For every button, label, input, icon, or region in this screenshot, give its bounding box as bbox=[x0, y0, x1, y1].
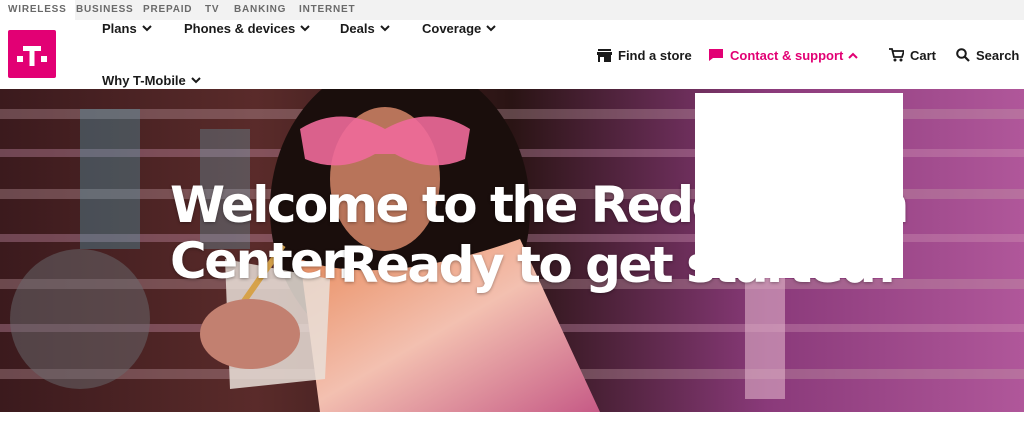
nav-deals[interactable]: Deals bbox=[340, 20, 390, 38]
hero-banner: Welcome to the Redemption Center. Ready … bbox=[0, 89, 1024, 412]
nav-plans[interactable]: Plans bbox=[102, 20, 152, 38]
cart-link[interactable]: Cart bbox=[889, 47, 936, 65]
main-header: Plans Phones & devices Deals Coverage Wh… bbox=[0, 20, 1024, 89]
search-button[interactable]: Search bbox=[956, 47, 1019, 65]
nav-phones-devices[interactable]: Phones & devices bbox=[184, 20, 310, 38]
nav-why-label: Why T-Mobile bbox=[102, 73, 186, 88]
contact-support-label: Contact & support bbox=[730, 48, 844, 63]
chevron-up-icon bbox=[848, 52, 859, 59]
segment-tab-banking[interactable]: BANKING bbox=[234, 0, 286, 20]
nav-plans-label: Plans bbox=[102, 21, 137, 36]
segment-tab-tv[interactable]: TV bbox=[205, 0, 219, 20]
chevron-down-icon bbox=[486, 25, 496, 32]
chat-icon bbox=[709, 49, 723, 62]
segment-tab-prepaid[interactable]: PREPAID bbox=[143, 0, 192, 20]
segment-tab-business[interactable]: BUSINESS bbox=[76, 0, 134, 20]
chevron-down-icon bbox=[379, 25, 390, 32]
search-label: Search bbox=[976, 48, 1020, 63]
nav-coverage-label: Coverage bbox=[422, 21, 482, 36]
store-icon bbox=[597, 49, 612, 63]
chevron-down-icon bbox=[300, 25, 310, 32]
t-logo-icon bbox=[17, 46, 47, 66]
segment-bar: WIRELESS BUSINESS PREPAID TV BANKING INT… bbox=[0, 0, 1024, 20]
nav-coverage[interactable]: Coverage bbox=[422, 20, 496, 38]
overlay-popup-blank bbox=[695, 93, 903, 278]
contact-support-link[interactable]: Contact & support bbox=[708, 47, 859, 65]
find-store-label: Find a store bbox=[618, 48, 692, 63]
cart-label: Cart bbox=[910, 48, 937, 63]
nav-phones-label: Phones & devices bbox=[184, 21, 296, 36]
page-below-hero bbox=[0, 412, 1024, 434]
cart-icon bbox=[889, 48, 904, 62]
t-mobile-logo[interactable] bbox=[8, 30, 56, 78]
chevron-down-icon bbox=[191, 77, 201, 84]
segment-tab-internet[interactable]: INTERNET bbox=[299, 0, 355, 20]
chevron-down-icon bbox=[141, 25, 152, 32]
nav-why-t-mobile[interactable]: Why T-Mobile bbox=[102, 72, 201, 90]
find-store-link[interactable]: Find a store bbox=[597, 47, 692, 65]
nav-deals-label: Deals bbox=[340, 21, 375, 36]
segment-tab-wireless[interactable]: WIRELESS bbox=[0, 0, 75, 20]
search-icon bbox=[956, 48, 970, 62]
